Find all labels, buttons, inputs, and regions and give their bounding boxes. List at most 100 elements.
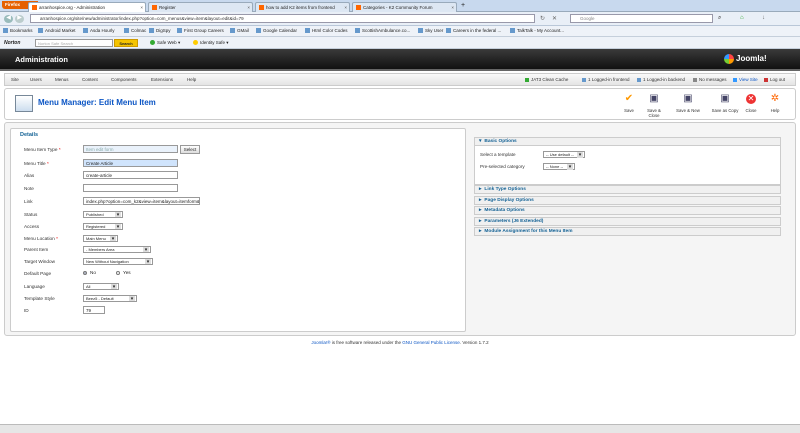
note-input[interactable] (83, 184, 178, 192)
new-tab-icon[interactable]: + (461, 2, 465, 9)
access-select[interactable]: Registered (83, 223, 123, 230)
save-close-button[interactable]: ▣ Save & Close (641, 93, 667, 119)
bookmark-item[interactable]: Google Calendar (256, 28, 297, 34)
template-style-select[interactable]: Beez5 - Default (83, 295, 137, 302)
bookmark-icon (124, 28, 129, 34)
menu-menus[interactable]: Menus (55, 77, 69, 82)
home-icon[interactable]: ⌂ (740, 15, 744, 21)
stop-icon[interactable]: ✕ (552, 15, 557, 22)
bookmark-item[interactable]: TalkTalk - My Account... (510, 28, 564, 34)
browser-tab-k2-forum[interactable]: Categories - K2 Community Forum × (352, 2, 457, 12)
metadata-options-header[interactable]: ▸ Metadata Options (474, 206, 781, 215)
identity-safe-menu[interactable]: Identity Safe ▾ (193, 40, 229, 46)
help-button[interactable]: ✲ Help (762, 93, 788, 114)
search-icon[interactable]: ⌕ (718, 15, 721, 22)
menu-site[interactable]: Site (11, 77, 19, 82)
safe-web-menu[interactable]: Safe Web ▾ (150, 40, 180, 46)
bookmark-item[interactable]: DigSpy (149, 28, 171, 34)
safe-web-icon (150, 40, 155, 46)
menu-content[interactable]: Content (82, 77, 98, 82)
bookmark-item[interactable]: ScottishAmbulance.co... (355, 28, 410, 34)
bookmarks-menu[interactable]: Bookmarks (3, 28, 33, 34)
lifebuoy-icon: ✲ (770, 93, 780, 104)
default-page-no-radio[interactable]: No (83, 270, 96, 275)
collapsed-arrow-icon: ▸ (479, 229, 482, 234)
bookmark-icon (418, 28, 423, 34)
bookmark-item[interactable]: Html Color Codes (305, 28, 348, 34)
bookmark-item[interactable]: GMail (230, 28, 249, 34)
link-type-options-header[interactable]: ▸ Link Type Options (474, 185, 781, 194)
parent-item-select[interactable]: - Members Area (83, 246, 151, 253)
norton-search-button[interactable]: Search (114, 39, 138, 47)
bookmarks-bar: Bookmarks Android Market Asda Hourly Col… (0, 26, 800, 37)
browser-tab-register[interactable]: Register × (148, 2, 253, 12)
close-tab-icon[interactable]: × (451, 3, 454, 12)
address-bar[interactable]: arranhospice.org/site/new/administrator/… (30, 14, 535, 23)
view-site-label: View Site (739, 77, 758, 82)
status-select[interactable]: Published (83, 211, 123, 218)
joomla-link[interactable]: Joomla!® (311, 340, 330, 345)
bookmark-item[interactable]: Android Market (38, 28, 76, 34)
tab-label: Register (159, 5, 176, 10)
close-tab-icon[interactable]: × (140, 3, 143, 12)
messages-link[interactable]: No messages (693, 77, 727, 82)
menu-location-select[interactable]: Main Menu (83, 235, 118, 242)
bookmark-item[interactable]: First Group Careers (177, 28, 224, 34)
close-button[interactable]: ✕ Close (738, 94, 764, 113)
close-tab-icon[interactable]: × (344, 3, 347, 12)
tab-label: Categories - K2 Community Forum (363, 5, 433, 10)
bookmark-label: TalkTalk - My Account... (517, 28, 565, 33)
gpl-link[interactable]: GNU General Public License (402, 340, 460, 345)
menu-extensions[interactable]: Extensions (151, 77, 173, 82)
bookmark-item[interactable]: Careers in the federal ... (446, 28, 501, 34)
norton-search-input[interactable]: Norton Safe Search (35, 39, 113, 47)
preselected-category-select[interactable]: -- None -- (543, 163, 575, 170)
bookmark-label: Careers in the federal ... (453, 28, 502, 33)
menu-help[interactable]: Help (187, 77, 196, 82)
default-page-yes-radio[interactable]: Yes (116, 270, 131, 275)
target-window-label: Target Window (24, 259, 56, 264)
menu-location-label: Menu Location * (24, 236, 58, 241)
gmail-icon (230, 28, 235, 34)
save-new-button[interactable]: ▣ Save & New (675, 94, 701, 114)
alias-input[interactable]: create-article (83, 171, 178, 179)
bookmark-item[interactable]: Asda Hourly (83, 28, 115, 34)
basic-options-header[interactable]: ▾ Basic Options (474, 137, 781, 146)
view-site-link[interactable]: View Site (733, 77, 758, 82)
logged-in-backend: 1 Logged-in backend (637, 77, 685, 82)
language-select[interactable]: All (83, 283, 119, 290)
forward-icon[interactable]: ▶ (15, 15, 24, 23)
horizontal-scrollbar[interactable] (0, 424, 800, 433)
browser-tab-admin[interactable]: arranhospice.org - Administration × (28, 2, 146, 12)
collapsed-arrow-icon: ▸ (479, 208, 482, 213)
parameters-header[interactable]: ▸ Parameters (J6 Extended) (474, 217, 781, 226)
select-template-select[interactable]: -- Use default -- (543, 151, 585, 158)
floppy-icon: ▣ (649, 93, 659, 104)
target-window-select[interactable]: New Without Navigation (83, 258, 153, 265)
bookmark-item[interactable]: Colmac (124, 28, 146, 34)
menu-title-input[interactable]: Create Article (83, 159, 178, 167)
select-type-button[interactable]: Select (180, 145, 200, 154)
logout-link[interactable]: Log out (764, 77, 785, 82)
page-display-options-header[interactable]: ▸ Page Display Options (474, 196, 781, 205)
link-input[interactable]: index.php?option=com_k2&view=item&layout… (83, 197, 200, 205)
save-button[interactable]: ✔ Save (616, 94, 642, 114)
expanded-arrow-icon: ▾ (479, 139, 482, 144)
menu-users[interactable]: Users (30, 77, 42, 82)
menu-item-type-field: Item edit form (83, 145, 178, 153)
save-copy-button[interactable]: ▣ Save as Copy (709, 94, 741, 114)
download-icon[interactable]: ↓ (762, 15, 765, 21)
menu-components[interactable]: Components (111, 77, 137, 82)
search-input[interactable]: Google (570, 14, 713, 23)
back-icon[interactable]: ◀ (4, 15, 13, 23)
help-label: Help (770, 108, 780, 113)
bookmark-item[interactable]: Sky User (418, 28, 443, 34)
bookmark-label: Bookmarks (10, 28, 33, 33)
collapsed-arrow-icon: ▸ (479, 187, 482, 192)
close-tab-icon[interactable]: × (247, 3, 250, 12)
clean-cache-link[interactable]: JAT3 Clean Cache (525, 77, 568, 82)
module-assignment-header[interactable]: ▸ Module Assignment for this Menu Item (474, 227, 781, 236)
browser-tab-k2-frontend[interactable]: how to add K2 items from frontend × (255, 2, 350, 12)
reload-icon[interactable]: ↻ (540, 15, 545, 22)
view-site-icon (733, 77, 737, 82)
